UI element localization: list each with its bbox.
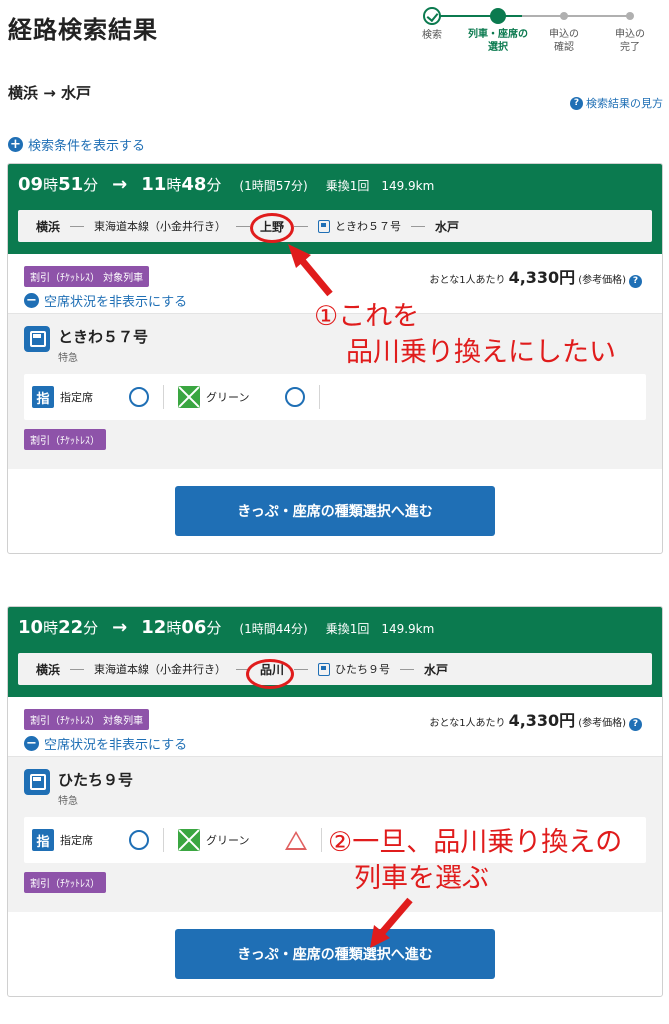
annotation-arrows [288, 244, 413, 948]
arrow-line [377, 897, 413, 938]
annotation-note-1a: ①これを [314, 301, 420, 332]
annotation-note-2b: 列車を選ぶ [354, 863, 489, 894]
arrow-line [297, 255, 333, 297]
annotation-note-2a: ②一旦、品川乗り換えの [328, 827, 623, 858]
annotation-note-1b: 品川乗り換えにしたい [346, 337, 616, 368]
